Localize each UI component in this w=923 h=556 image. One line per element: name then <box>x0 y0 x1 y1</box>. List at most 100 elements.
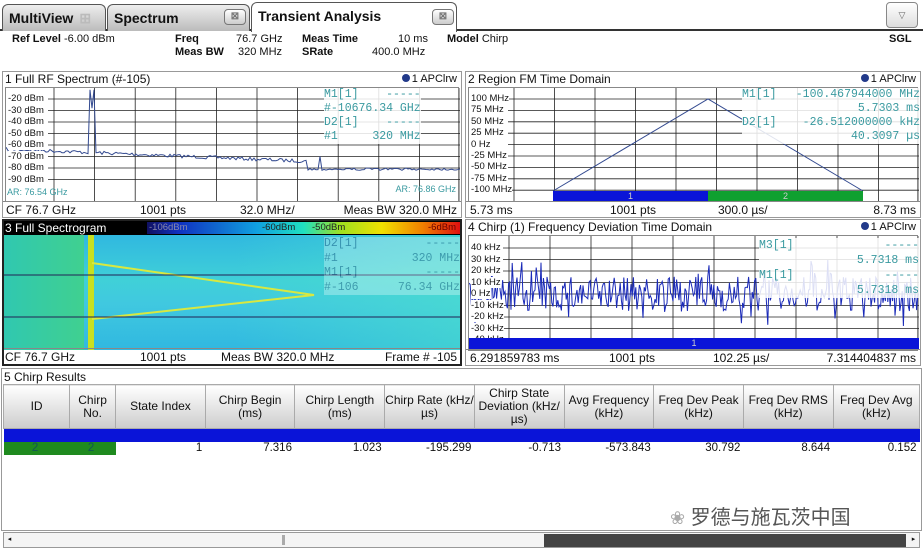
y-tick-label: -70 dBm <box>8 150 44 162</box>
meas-bw-label: Meas BW <box>175 46 224 58</box>
column-header[interactable]: Chirp State Deviation (kHz/µs) <box>473 384 565 429</box>
marker-row: M1[1] -100.467944000 MHz <box>742 88 920 102</box>
trace-indicator: 1 APClrw <box>401 73 457 85</box>
table-cell: -573.843 <box>605 442 651 454</box>
close-icon[interactable]: ⊠ <box>224 9 246 25</box>
tab-bar: MultiView ⊞ Spectrum ⊠ Transient Analysis ⊠… <box>0 0 923 32</box>
colorbar-max: -6dBm <box>428 222 456 233</box>
tab-label: Spectrum <box>114 10 179 26</box>
trace-indicator: 1 APClrw <box>860 221 916 233</box>
table-cell: 0.152 <box>887 442 917 454</box>
table-cell: -195.299 <box>425 442 472 454</box>
panel-footer: 5.73 ms 1001 pts 300.0 µs/ 8.73 ms <box>466 201 920 217</box>
footer-cf: CF 76.7 GHz <box>6 203 77 217</box>
marker-table: D2[1] ----- #1 320 MHz M1[1] ----- #-106 76.34 … <box>324 237 460 295</box>
y-tick-label: -50 MHz <box>471 161 507 173</box>
panel-chirp-frequency-deviation[interactable]: 4 Chirp (1) Frequency Deviation Time Dom… <box>465 219 921 366</box>
column-header[interactable]: ID <box>2 384 71 429</box>
column-header[interactable]: Chirp Begin (ms) <box>204 384 296 429</box>
panel-title: 5 Chirp Results <box>4 370 87 384</box>
scroll-thumb[interactable] <box>544 534 906 547</box>
watermark-text: 罗德与施瓦茨中国 <box>690 507 851 529</box>
grid-icon: ⊞ <box>79 10 92 26</box>
footer-pts: 1001 pts <box>609 351 656 365</box>
table-row-selected[interactable] <box>3 428 920 442</box>
model-label: Model <box>447 33 479 45</box>
y-tick-label: 0 Hz <box>471 138 491 150</box>
table-cell: 8.644 <box>801 442 831 454</box>
panel-region-fm-time-domain[interactable]: 2 Region FM Time Domain 1 APClrw 100 MHz… <box>465 71 921 218</box>
wechat-logo-icon: ❀ <box>670 508 686 528</box>
column-header[interactable]: Freq Dev Avg (kHz) <box>832 384 921 429</box>
scroll-grip[interactable] <box>282 535 285 545</box>
y-tick-label: 30 kHz <box>471 253 501 265</box>
marker-row: #-106 76.34 GHz <box>324 102 421 116</box>
y-tick-label: 20 kHz <box>471 265 501 276</box>
marker-table: M3[1] ----- 5.7318 ms M1[1] ----- 5.7318 ms <box>759 238 919 298</box>
tab-spectrum[interactable]: Spectrum ⊠ <box>107 4 250 31</box>
table-cell: 2 <box>69 441 116 455</box>
footer-pts: 1001 pts <box>140 203 187 217</box>
tab-transient-analysis[interactable]: Transient Analysis ⊠ <box>251 2 457 32</box>
marker-row: #1 320 MHz <box>324 130 421 144</box>
table-cell: 2 <box>3 441 70 455</box>
colorbar-min: -106dBm <box>149 222 188 233</box>
footer-start: 5.73 ms <box>470 203 513 217</box>
y-tick-label: -60 dBm <box>8 139 44 150</box>
ar-right-label: AR: 76.86 GHz <box>395 184 456 194</box>
column-header[interactable]: State Index <box>115 384 206 429</box>
panel-footer: 6.291859783 ms 1001 pts 102.25 µs/ 7.314… <box>466 349 920 365</box>
y-tick-label: -10 kHz <box>471 299 504 311</box>
close-icon[interactable]: ⊠ <box>432 9 454 25</box>
panel-full-rf-spectrum[interactable]: 1 Full RF Spectrum (#-105) 1 APClrw -20 … <box>2 71 462 218</box>
freq-deviation-plot[interactable]: 40 kHz 30 kHz 20 kHz 10 kHz 0 Hz -10 kHz -20 k… <box>468 235 919 351</box>
footer-time-per-div: 102.25 µs/ <box>713 351 770 365</box>
y-tick-label: -50 dBm <box>8 127 44 139</box>
panel-footer: CF 76.7 GHz 1001 pts Meas BW 320.0 MHz F… <box>4 348 460 364</box>
column-header[interactable]: Avg Frequency (kHz) <box>563 384 655 429</box>
dropdown-button[interactable]: ▽ <box>886 2 918 28</box>
srate-value: 400.0 MHz <box>372 46 426 58</box>
scroll-left-icon[interactable]: ◂ <box>5 534 14 546</box>
panel-chirp-results: 5 Chirp Results ID Chirp No. State Index Ch… <box>1 368 922 531</box>
footer-start: 6.291859783 ms <box>470 351 560 365</box>
footer-meas-bw: Meas BW 320.0 MHz <box>343 203 457 217</box>
scroll-right-icon[interactable]: ▸ <box>909 534 918 546</box>
footer-frame: Frame # -105 <box>384 350 457 364</box>
panel-title: 1 Full RF Spectrum (#-105) <box>5 72 151 86</box>
column-header[interactable]: Chirp Length (ms) <box>294 384 386 429</box>
column-header[interactable]: Chirp No. <box>69 384 117 429</box>
table-cell: 7.316 <box>263 442 292 454</box>
trace-indicator: 1 APClrw <box>860 73 916 85</box>
y-tick-label: -20 dBm <box>8 93 44 104</box>
marker-row: 5.7318 ms <box>759 253 919 268</box>
marker-row: M1[1] ----- <box>324 88 421 102</box>
ref-level-value: -6.00 dBm <box>63 33 115 45</box>
fm-time-plot[interactable]: 100 MHz 75 MHz 50 MHz 25 MHz 0 Hz -25 MHz -50 … <box>468 87 920 202</box>
panel-full-spectrogram[interactable]: 3 Full Spectrogram -106dBm -60dBm -50dBm… <box>2 219 462 366</box>
table-row[interactable]: 2 2 1 7.316 1.023 -195.299 -0.713 -573.843 30.79… <box>3 441 920 455</box>
spectrogram-image[interactable]: D2[1] ----- #1 320 MHz M1[1] ----- #-106 76.34 … <box>4 235 460 350</box>
column-header[interactable]: Freq Dev RMS (kHz) <box>742 384 834 429</box>
marker-row: M1[1] ----- <box>324 266 460 281</box>
trace-dot-icon <box>860 74 869 82</box>
y-tick-label: -20 kHz <box>471 311 504 322</box>
horizontal-scrollbar[interactable]: ◂ ▸ <box>3 532 920 548</box>
panel-title: 2 Region FM Time Domain <box>468 72 611 86</box>
column-header[interactable]: Freq Dev Peak (kHz) <box>653 384 744 429</box>
trace-dot-icon <box>860 222 869 230</box>
meas-bw-value: 320 MHz <box>238 46 283 58</box>
color-bar: -106dBm -60dBm -50dBm -6dBm <box>147 222 460 234</box>
footer-stop: 7.314404837 ms <box>826 351 916 365</box>
table-cell: 30.792 <box>705 442 741 454</box>
panel-footer: CF 76.7 GHz 1001 pts 32.0 MHz/ Meas BW 3… <box>3 201 461 217</box>
y-tick-label: -90 dBm <box>8 173 44 185</box>
y-tick-label: 25 MHz <box>471 127 504 139</box>
marker-row: M3[1] ----- <box>759 238 919 253</box>
column-header[interactable]: Chirp Rate (kHz/µs) <box>384 384 475 429</box>
spectrum-plot[interactable]: -20 dBm -30 dBm -40 dBm -50 dBm -60 dBm -70 d… <box>5 87 460 202</box>
ar-left-label: AR: 76.54 GHz <box>7 187 68 197</box>
footer-pts: 1001 pts <box>610 203 657 217</box>
footer-pts: 1001 pts <box>140 350 187 364</box>
tab-multiview[interactable]: MultiView ⊞ <box>2 4 106 31</box>
